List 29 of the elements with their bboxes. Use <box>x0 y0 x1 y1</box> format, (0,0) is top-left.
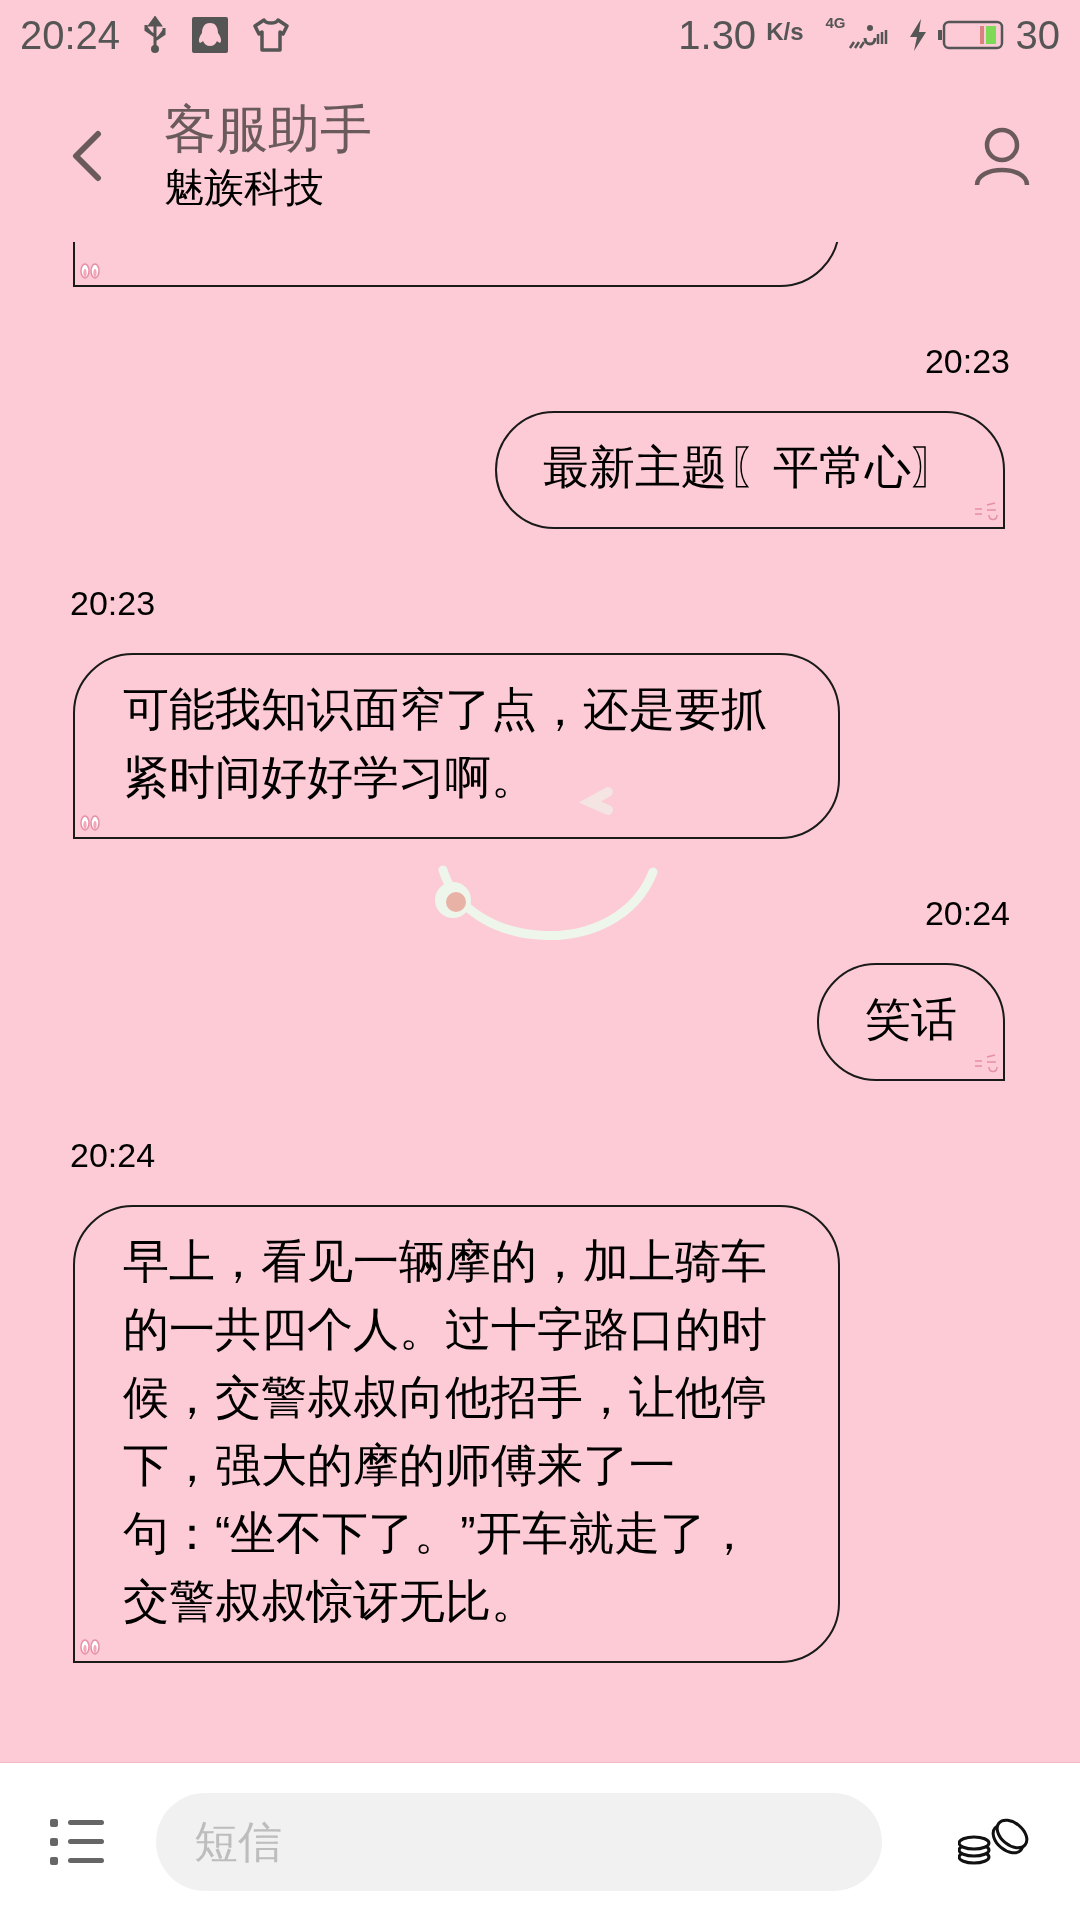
network-speed: 1.30 <box>678 12 757 59</box>
person-icon <box>974 125 1030 187</box>
whiskers-icon <box>973 501 999 523</box>
bunny-ears-icon <box>79 263 101 281</box>
coins-icon <box>958 1816 1030 1867</box>
penguin-icon <box>192 17 229 53</box>
speed-unit: K/s <box>766 17 804 47</box>
message-text: 可能我知识面窄了点，还是要抓紧时间好好学习啊。 <box>123 682 768 805</box>
charging-icon <box>907 18 928 52</box>
network-type: 4G <box>825 13 846 33</box>
battery-icon <box>937 20 1004 50</box>
whiskers-icon <box>973 1053 999 1075</box>
contact-name: 客服助手 <box>164 99 373 160</box>
message-time: 20:23 <box>924 343 1010 379</box>
shirt-icon <box>252 17 291 53</box>
battery-level: 30 <box>1015 12 1060 59</box>
bunny-ears-icon <box>79 1639 101 1657</box>
back-icon <box>70 130 104 182</box>
message-time: 20:24 <box>924 895 1010 931</box>
message-text: 最新主题〖平常心〗 <box>543 440 957 495</box>
usb-icon <box>142 16 169 54</box>
bunny-ears-icon <box>79 815 101 833</box>
message-text: 早上，看见一辆摩的，加上骑车的一共四个人。过十字路口的时候，交警叔叔向他招手，让他停下，强大的摩的师傅来了一句：“坐不下了。”开车就走了，交警叔叔惊讶无比。 <box>123 1234 768 1629</box>
message-time: 20:23 <box>70 585 156 621</box>
contact-subtitle: 魅族科技 <box>164 164 325 211</box>
status-time: 20:24 <box>20 12 121 59</box>
message-text: 笑话 <box>865 992 957 1047</box>
list-icon <box>50 1816 104 1867</box>
message-time: 20:24 <box>70 1137 156 1173</box>
